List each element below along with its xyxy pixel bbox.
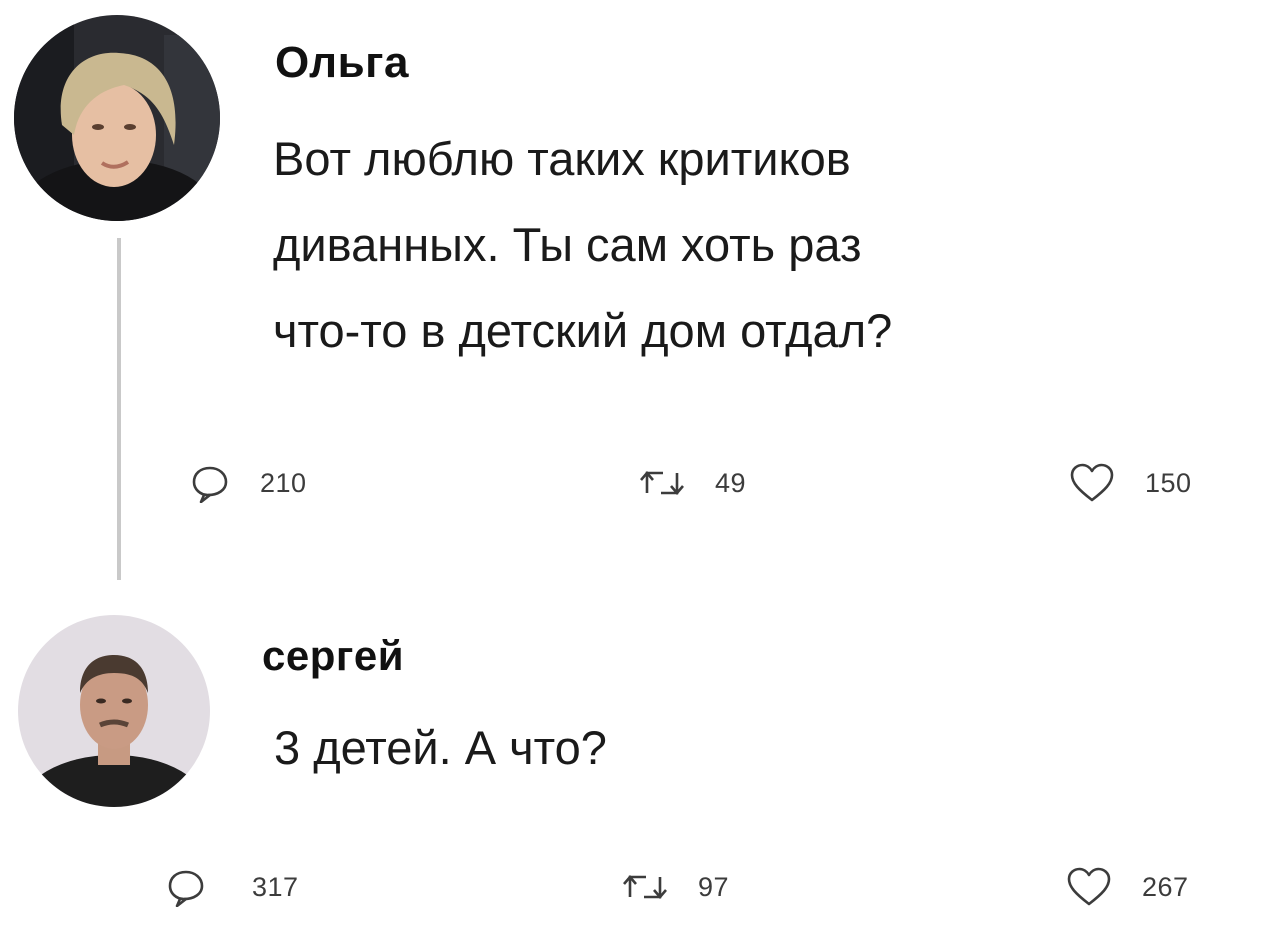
repost-count: 49 [715,467,747,498]
like-button[interactable]: 267 [1066,862,1189,912]
reply-count: 317 [252,871,299,902]
repost-arrows-icon [622,867,668,907]
author-name[interactable]: сергей [262,632,404,680]
heart-icon [1066,867,1112,907]
heart-icon [1069,463,1115,503]
avatar-sergey[interactable] [18,615,210,807]
reply-button[interactable]: 210 [190,458,307,508]
speech-bubble-icon [166,867,206,907]
avatar-olga[interactable] [14,15,220,221]
post-text: 3 детей. А что? [274,721,607,774]
thread-connector-line [117,238,121,580]
reply-button[interactable]: 317 [166,862,299,912]
repost-count: 97 [698,871,730,902]
post-text: Вот люблю таких критиков диванных. Ты са… [273,132,893,357]
repost-button[interactable]: 49 [639,458,746,508]
like-count: 150 [1145,467,1192,498]
like-count: 267 [1142,871,1189,902]
speech-bubble-icon [190,463,230,503]
author-name[interactable]: Ольга [275,38,409,88]
repost-arrows-icon [639,463,685,503]
reply-count: 210 [260,467,307,498]
action-bar: 317 97 267 [0,862,1280,912]
like-button[interactable]: 150 [1069,458,1192,508]
repost-button[interactable]: 97 [622,862,729,912]
action-bar: 210 49 150 [0,458,1280,508]
